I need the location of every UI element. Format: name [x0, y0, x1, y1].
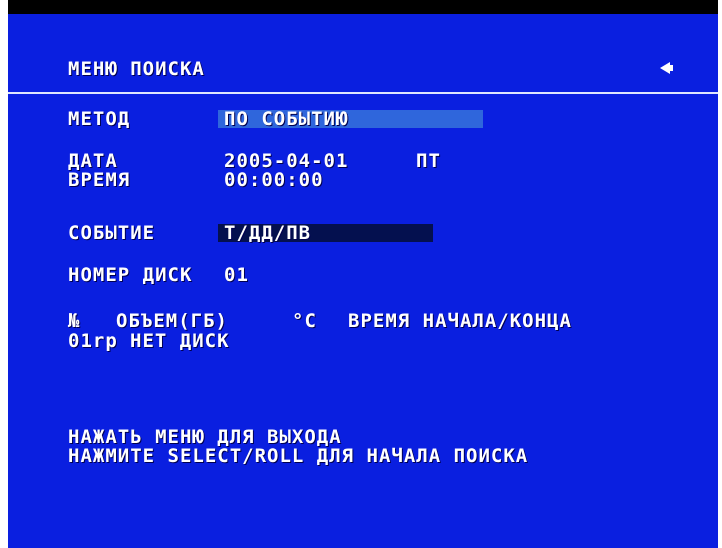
- method-label: МЕТОД: [68, 108, 131, 130]
- disk-label: НОМЕР ДИСК: [68, 264, 193, 286]
- help-exit-text: НАЖАТЬ МЕНЮ ДЛЯ ВЫХОДА: [68, 426, 342, 448]
- top-black-bar: [8, 0, 718, 14]
- col-temperature: °C: [292, 310, 317, 332]
- time-value[interactable]: 00:00:00: [224, 171, 324, 190]
- col-volume: ОБЪЕМ(ГБ): [116, 310, 228, 332]
- date-value[interactable]: 2005-04-01: [224, 152, 348, 171]
- event-value[interactable]: Т/ДД/ПВ: [224, 224, 311, 243]
- triangle-left-icon-tail: [669, 65, 673, 71]
- date-label: ДАТА: [68, 150, 118, 172]
- menu-title: МЕНЮ ПОИСКА: [68, 58, 205, 80]
- weekday-value: ПТ: [416, 150, 441, 172]
- disk-value[interactable]: 01: [224, 266, 249, 285]
- event-label: СОБЫТИЕ: [68, 222, 156, 244]
- time-label: ВРЕМЯ: [68, 169, 131, 191]
- row-status: НЕТ ДИСК: [130, 330, 230, 352]
- row-number: 01rp: [68, 330, 118, 352]
- help-search-text: НАЖМИТЕ SELECT/ROLL ДЛЯ НАЧАЛА ПОИСКА: [68, 445, 529, 467]
- method-value[interactable]: ПО СОБЫТИЮ: [224, 110, 348, 129]
- col-start-end-time: ВРЕМЯ НАЧАЛА/КОНЦА: [348, 310, 572, 332]
- col-number: №: [68, 310, 81, 332]
- title-divider: [8, 92, 718, 94]
- search-menu-screen: МЕНЮ ПОИСКА МЕТОД ПО СОБЫТИЮ ДАТА 2005-0…: [8, 14, 718, 548]
